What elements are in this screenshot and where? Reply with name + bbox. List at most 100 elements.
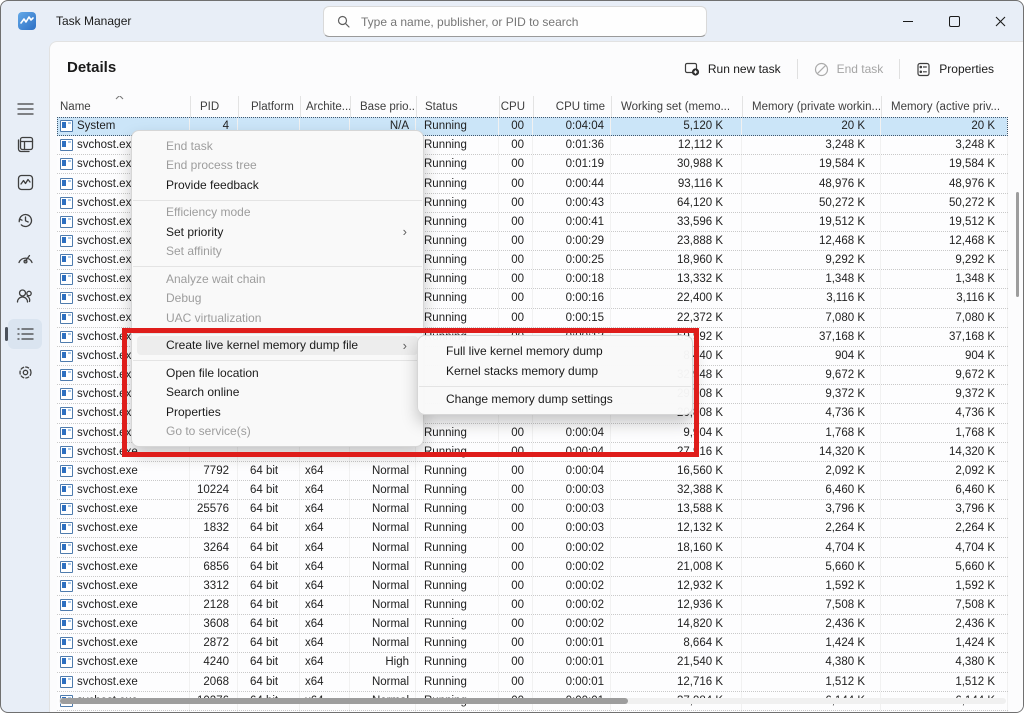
cell-base-priority: Normal <box>350 519 416 537</box>
cell-memory-active: 9,672 K <box>881 366 1008 384</box>
cell-memory-private: 2,436 K <box>742 615 881 633</box>
column-header-working-set[interactable]: Working set (memo... <box>611 96 742 117</box>
cell-memory-private: 1,348 K <box>742 270 881 288</box>
search-box[interactable] <box>323 6 707 37</box>
table-row[interactable]: svchost.exe 25576 64 bit x64 Normal Runn… <box>57 500 1008 519</box>
cell-memory-private: 1,512 K <box>742 673 881 691</box>
cell-memory-active: 1,592 K <box>881 577 1008 595</box>
cell-pid: 6856 <box>190 558 238 576</box>
cell-name: svchost.exe <box>57 653 190 671</box>
cell-platform: 64 bit <box>238 462 300 480</box>
sidebar-item-users[interactable] <box>8 281 42 311</box>
sidebar-item-startup-apps[interactable] <box>8 243 42 273</box>
properties-button[interactable]: Properties <box>905 56 1005 82</box>
sidebar-item-performance[interactable] <box>8 167 42 197</box>
end-task-label: End task <box>837 62 884 76</box>
table-row[interactable]: svchost.exe 2872 64 bit x64 Normal Runni… <box>57 634 1008 653</box>
table-row[interactable]: svchost.exe 2068 64 bit x64 Normal Runni… <box>57 673 1008 692</box>
sidebar-item-details[interactable] <box>8 319 42 349</box>
cell-cpu-time: 0:00:41 <box>533 213 611 231</box>
process-icon <box>60 580 73 592</box>
process-icon <box>60 331 73 343</box>
cell-memory-private: 9,672 K <box>742 366 881 384</box>
end-task-button: End task <box>803 56 895 82</box>
column-header-name[interactable]: Name <box>57 96 190 117</box>
maximize-button[interactable] <box>931 1 977 41</box>
selected-nav-indicator <box>5 327 8 341</box>
column-header-cpu-time[interactable]: CPU time <box>533 96 611 117</box>
cell-memory-active: 37,168 K <box>881 328 1008 346</box>
context-menu-item[interactable]: Provide feedback <box>137 175 418 195</box>
cell-name: svchost.exe <box>57 481 190 499</box>
table-row[interactable]: svchost.exe 1832 64 bit x64 Normal Runni… <box>57 519 1008 538</box>
cell-name: svchost.exe <box>57 634 190 652</box>
cell-cpu-time: 0:00:02 <box>533 577 611 595</box>
run-new-task-button[interactable]: Run new task <box>673 56 792 82</box>
task-manager-window: Task Manager <box>0 0 1024 713</box>
cell-architecture: x64 <box>300 481 350 499</box>
cell-status: Running <box>416 309 499 327</box>
cell-name: svchost.exe <box>57 500 190 518</box>
table-row[interactable]: svchost.exe 2128 64 bit x64 Normal Runni… <box>57 596 1008 615</box>
cell-base-priority: Normal <box>350 596 416 614</box>
column-header-cpu[interactable]: CPU <box>499 96 533 117</box>
run-new-task-label: Run new task <box>708 62 781 76</box>
cell-pid: 10224 <box>190 481 238 499</box>
column-header-architecture[interactable]: Archite... <box>300 96 350 117</box>
hamburger-icon <box>17 102 34 116</box>
cell-memory-active: 1,512 K <box>881 673 1008 691</box>
context-menu-item[interactable]: Set priority › <box>137 222 418 242</box>
cell-working-set: 33,596 K <box>611 213 742 231</box>
cell-memory-private: 9,372 K <box>742 385 881 403</box>
cell-memory-private: 20 K <box>742 117 881 135</box>
cell-base-priority: Normal <box>350 673 416 691</box>
cell-working-set: 93,116 K <box>611 174 742 192</box>
horizontal-scrollbar-thumb[interactable] <box>60 698 628 704</box>
cell-memory-private: 9,292 K <box>742 251 881 269</box>
table-row[interactable]: svchost.exe 7792 64 bit x64 Normal Runni… <box>57 462 1008 481</box>
sidebar-item-app-history[interactable] <box>8 205 42 235</box>
cell-status: Running <box>416 117 499 135</box>
column-header-base-priority[interactable]: Base prio... <box>350 96 416 117</box>
table-row[interactable]: svchost.exe 3608 64 bit x64 Normal Runni… <box>57 615 1008 634</box>
column-header-status[interactable]: Status <box>416 96 499 117</box>
cell-name: svchost.exe <box>57 519 190 537</box>
cell-pid: 3312 <box>190 577 238 595</box>
vertical-scrollbar[interactable] <box>1016 192 1019 297</box>
horizontal-scrollbar[interactable] <box>59 698 1006 704</box>
sidebar-item-processes[interactable] <box>8 129 42 159</box>
process-icon <box>60 599 73 611</box>
cell-memory-private: 2,092 K <box>742 462 881 480</box>
table-row[interactable]: svchost.exe 4240 64 bit x64 High Running… <box>57 653 1008 672</box>
column-header-memory-private[interactable]: Memory (private workin... <box>742 96 881 117</box>
context-menu-item: Efficiency mode <box>137 203 418 223</box>
table-row[interactable]: svchost.exe 6856 64 bit x64 Normal Runni… <box>57 558 1008 577</box>
table-row[interactable]: svchost.exe 3312 64 bit x64 Normal Runni… <box>57 577 1008 596</box>
cell-architecture: x64 <box>300 519 350 537</box>
cell-architecture: x64 <box>300 577 350 595</box>
process-icon <box>60 676 73 688</box>
table-row[interactable]: svchost.exe 10224 64 bit x64 Normal Runn… <box>57 481 1008 500</box>
column-header-memory-active[interactable]: Memory (active priv... <box>881 96 1008 117</box>
column-header-platform[interactable]: Platform <box>238 96 300 117</box>
cell-memory-active: 3,248 K <box>881 136 1008 154</box>
sidebar-item-services[interactable] <box>8 357 42 387</box>
close-button[interactable] <box>977 1 1023 41</box>
minimize-button[interactable] <box>885 1 931 41</box>
cell-status: Running <box>416 673 499 691</box>
search-input[interactable] <box>359 14 706 30</box>
context-menu-item: Analyze wait chain <box>137 269 418 289</box>
column-header-pid[interactable]: PID <box>190 96 238 117</box>
cell-working-set: 22,372 K <box>611 309 742 327</box>
process-icon <box>60 656 73 668</box>
startup-apps-icon <box>17 250 34 267</box>
cell-name: svchost.exe <box>57 538 190 556</box>
table-row[interactable]: svchost.exe 3264 64 bit x64 Normal Runni… <box>57 538 1008 557</box>
cell-status: Running <box>416 462 499 480</box>
cell-platform: 64 bit <box>238 519 300 537</box>
cell-memory-private: 7,508 K <box>742 596 881 614</box>
cell-cpu: 00 <box>499 596 533 614</box>
menu-separator <box>133 195 422 203</box>
cell-base-priority: Normal <box>350 462 416 480</box>
hamburger-menu-button[interactable] <box>8 94 42 124</box>
